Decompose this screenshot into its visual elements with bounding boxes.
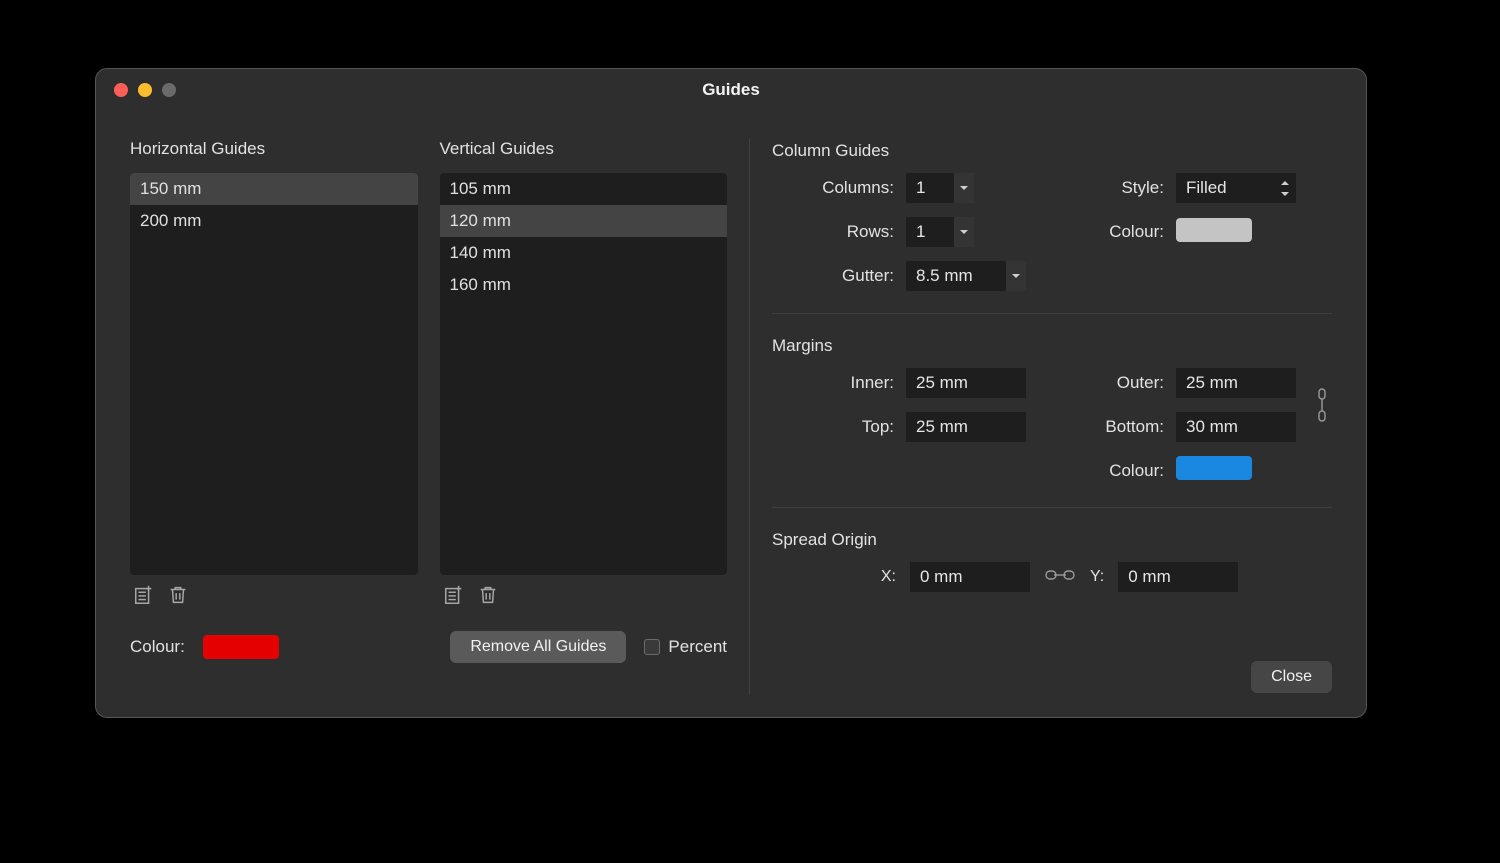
list-item[interactable]: 200 mm <box>130 205 418 237</box>
list-item[interactable]: 150 mm <box>130 173 418 205</box>
column-colour-swatch[interactable] <box>1176 218 1252 242</box>
spread-x-label: X: <box>772 568 896 586</box>
list-item[interactable]: 140 mm <box>440 237 728 269</box>
window-title: Guides <box>96 80 1366 100</box>
link-origin-icon[interactable] <box>1044 568 1076 587</box>
inner-label: Inner: <box>772 373 900 393</box>
outer-field[interactable]: 25 mm <box>1176 368 1296 398</box>
list-item[interactable]: 160 mm <box>440 269 728 301</box>
outer-label: Outer: <box>1042 373 1170 393</box>
horizontal-guides-heading: Horizontal Guides <box>130 139 418 159</box>
titlebar: Guides <box>96 69 1366 111</box>
top-label: Top: <box>772 417 900 437</box>
gutter-field[interactable]: 8.5 mm <box>906 261 1026 291</box>
bottom-label: Bottom: <box>1042 417 1170 437</box>
updown-icon <box>1280 173 1290 203</box>
top-field[interactable]: 25 mm <box>906 412 1026 442</box>
gutter-label: Gutter: <box>772 266 900 286</box>
close-button[interactable]: Close <box>1251 661 1332 693</box>
spread-origin-heading: Spread Origin <box>772 530 1332 550</box>
rows-label: Rows: <box>772 222 900 242</box>
inner-field[interactable]: 25 mm <box>906 368 1026 398</box>
chevron-down-icon[interactable] <box>954 217 974 247</box>
margins-heading: Margins <box>772 336 1332 356</box>
list-item[interactable]: 120 mm <box>440 205 728 237</box>
spread-x-field[interactable]: 0 mm <box>910 562 1030 592</box>
column-colour-label: Colour: <box>1042 222 1170 242</box>
columns-label: Columns: <box>772 178 900 198</box>
vertical-guides-heading: Vertical Guides <box>440 139 728 159</box>
delete-guide-button[interactable] <box>166 583 190 607</box>
bottom-field[interactable]: 30 mm <box>1176 412 1296 442</box>
list-item[interactable]: 105 mm <box>440 173 728 205</box>
add-guide-button[interactable] <box>442 583 466 607</box>
spread-y-label: Y: <box>1090 568 1104 586</box>
margin-colour-label: Colour: <box>1042 461 1170 481</box>
style-combo[interactable]: Filled <box>1176 173 1296 203</box>
remove-all-guides-button[interactable]: Remove All Guides <box>450 631 626 663</box>
guides-dialog: Guides Horizontal Guides 150 mm 200 mm <box>95 68 1367 718</box>
margin-colour-swatch[interactable] <box>1176 456 1252 480</box>
percent-checkbox[interactable] <box>644 639 660 655</box>
rows-stepper[interactable]: 1 <box>906 217 974 247</box>
add-guide-button[interactable] <box>132 583 156 607</box>
percent-label: Percent <box>668 637 727 657</box>
delete-guide-button[interactable] <box>476 583 500 607</box>
columns-stepper[interactable]: 1 <box>906 173 974 203</box>
horizontal-guides-list[interactable]: 150 mm 200 mm <box>130 173 418 575</box>
style-label: Style: <box>1042 178 1170 198</box>
vertical-guides-list[interactable]: 105 mm 120 mm 140 mm 160 mm <box>440 173 728 575</box>
chevron-down-icon[interactable] <box>954 173 974 203</box>
spread-y-field[interactable]: 0 mm <box>1118 562 1238 592</box>
chevron-down-icon[interactable] <box>1006 261 1026 291</box>
guides-colour-label: Colour: <box>130 637 185 657</box>
column-guides-heading: Column Guides <box>772 141 1332 161</box>
guides-colour-swatch[interactable] <box>203 635 279 659</box>
link-margins-icon[interactable] <box>1312 387 1332 423</box>
